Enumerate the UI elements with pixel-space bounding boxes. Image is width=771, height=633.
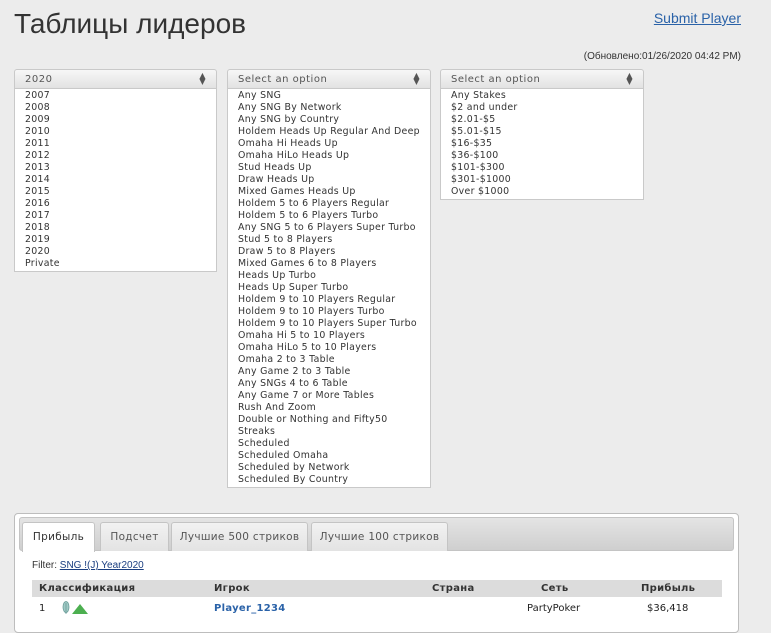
game-option[interactable]: Mixed Games Heads Up [228,186,430,198]
year-select[interactable]: 2020 ▲ ▼ 2007 2008 2009 2010 2011 2012 2013 2014… [14,69,217,272]
year-select-head[interactable]: 2020 ▲ ▼ [14,69,217,89]
year-option[interactable]: Private [15,258,216,270]
year-option[interactable]: 2007 [15,90,216,102]
year-options-list[interactable]: 2007 2008 2009 2010 2011 2012 2013 2014 2015 2016… [14,89,217,272]
filter-line: Filter: SNG !(J) Year2020 [32,560,144,571]
game-select[interactable]: Select an option ▲ ▼ Any SNG Any SNG By Ne… [227,69,431,488]
year-option[interactable]: 2009 [15,114,216,126]
stakes-option[interactable]: $16-$35 [441,138,643,150]
column-player[interactable]: Игрок [214,583,250,594]
game-option[interactable]: Omaha 2 to 3 Table [228,354,430,366]
tab-bar: Прибыль Подсчет Лучшие 500 стриков Лучши… [19,517,734,552]
leaf-icon [62,601,70,614]
stakes-select[interactable]: Select an option ▲ ▼ Any Stakes $2 and und… [440,69,644,200]
game-option[interactable]: Omaha Hi Heads Up [228,138,430,150]
game-option[interactable]: Any SNGs 4 to 6 Table [228,378,430,390]
chevron-up-down-icon: ▲ ▼ [199,71,206,86]
game-select-value: Select an option [238,74,328,85]
game-option[interactable]: Any SNG by Country [228,114,430,126]
stakes-option[interactable]: $101-$300 [441,162,643,174]
year-option[interactable]: 2013 [15,162,216,174]
game-option[interactable]: Omaha Hi 5 to 10 Players [228,330,430,342]
column-profit[interactable]: Прибыль [641,583,695,594]
stakes-options-list[interactable]: Any Stakes $2 and under $2.01-$5 $5.01-$15 $… [440,89,644,200]
chevron-up-down-icon: ▲ ▼ [413,71,420,86]
game-option[interactable]: Holdem 9 to 10 Players Regular [228,294,430,306]
game-option[interactable]: Any SNG By Network [228,102,430,114]
year-select-value: 2020 [25,74,53,85]
game-option[interactable]: Any SNG [228,90,430,102]
row-rank: 1 [39,603,46,614]
row-network: PartyPoker [527,603,581,614]
game-option[interactable]: Draw 5 to 8 Players [228,246,430,258]
game-option[interactable]: Holdem 9 to 10 Players Super Turbo [228,318,430,330]
game-option[interactable]: Double or Nothing and Fifty50 [228,414,430,426]
game-option[interactable]: Any Game 7 or More Tables [228,390,430,402]
game-option[interactable]: Omaha HiLo 5 to 10 Players [228,342,430,354]
year-option[interactable]: 2014 [15,174,216,186]
game-option[interactable]: Scheduled by Network [228,462,430,474]
column-rank[interactable]: Классификация [39,583,135,594]
stakes-select-head[interactable]: Select an option ▲ ▼ [440,69,644,89]
game-option[interactable]: Holdem 5 to 6 Players Regular [228,198,430,210]
row-profit: $36,418 [647,603,689,614]
game-option[interactable]: Mixed Games 6 to 8 Players [228,258,430,270]
game-option[interactable]: Scheduled Omaha [228,450,430,462]
stakes-option[interactable]: $2.01-$5 [441,114,643,126]
game-option[interactable]: Scheduled By Country [228,474,430,486]
game-option[interactable]: Any SNG 5 to 6 Players Super Turbo [228,222,430,234]
page-title: Таблицы лидеров [14,8,247,39]
game-option[interactable]: Holdem Heads Up Regular And Deep [228,126,430,138]
stakes-option[interactable]: $301-$1000 [441,174,643,186]
game-option[interactable]: Rush And Zoom [228,402,430,414]
stakes-select-value: Select an option [451,74,541,85]
year-option[interactable]: 2011 [15,138,216,150]
game-option[interactable]: Stud Heads Up [228,162,430,174]
leaderboard-panel: Прибыль Подсчет Лучшие 500 стриков Лучши… [14,513,739,633]
game-option[interactable]: Scheduled [228,438,430,450]
column-country[interactable]: Страна [432,583,475,594]
game-option[interactable]: Stud 5 to 8 Players [228,234,430,246]
year-option[interactable]: 2012 [15,150,216,162]
game-option[interactable]: Holdem 5 to 6 Players Turbo [228,210,430,222]
tab-profit[interactable]: Прибыль [22,522,95,552]
stakes-option[interactable]: $2 and under [441,102,643,114]
stakes-option[interactable]: $5.01-$15 [441,126,643,138]
year-option[interactable]: 2016 [15,198,216,210]
chevron-up-down-icon: ▲ ▼ [626,71,633,86]
tab-best-100-streaks[interactable]: Лучшие 100 стриков [311,522,448,551]
game-option[interactable]: Draw Heads Up [228,174,430,186]
player-link[interactable]: Player_1234 [214,603,286,614]
game-option[interactable]: Holdem 9 to 10 Players Turbo [228,306,430,318]
table-header: Классификация Игрок Страна Сеть Прибыль [32,580,722,597]
column-network[interactable]: Сеть [541,583,568,594]
updated-timestamp: (Обновлено:01/26/2020 04:42 PM) [583,51,741,62]
year-option[interactable]: 2010 [15,126,216,138]
filter-link[interactable]: SNG !(J) Year2020 [60,560,144,571]
year-option[interactable]: 2019 [15,234,216,246]
game-option[interactable]: Omaha HiLo Heads Up [228,150,430,162]
stakes-option[interactable]: Any Stakes [441,90,643,102]
game-option[interactable]: Heads Up Turbo [228,270,430,282]
trend-up-icon [72,604,88,614]
game-options-list[interactable]: Any SNG Any SNG By Network Any SNG by Coun… [227,89,431,488]
game-select-head[interactable]: Select an option ▲ ▼ [227,69,431,89]
tab-count[interactable]: Подсчет [100,522,169,551]
year-option[interactable]: 2018 [15,222,216,234]
filter-prefix: Filter: [32,560,57,571]
submit-player-link[interactable]: Submit Player [654,10,741,26]
game-option[interactable]: Streaks [228,426,430,438]
stakes-option[interactable]: Over $1000 [441,186,643,198]
table-row: 1 Player_1234 PartyPoker $36,418 [32,598,722,618]
game-option[interactable]: Heads Up Super Turbo [228,282,430,294]
game-option[interactable]: Any Game 2 to 3 Table [228,366,430,378]
year-option[interactable]: 2020 [15,246,216,258]
year-option[interactable]: 2015 [15,186,216,198]
year-option[interactable]: 2008 [15,102,216,114]
stakes-option[interactable]: $36-$100 [441,150,643,162]
year-option[interactable]: 2017 [15,210,216,222]
tab-best-500-streaks[interactable]: Лучшие 500 стриков [171,522,308,551]
